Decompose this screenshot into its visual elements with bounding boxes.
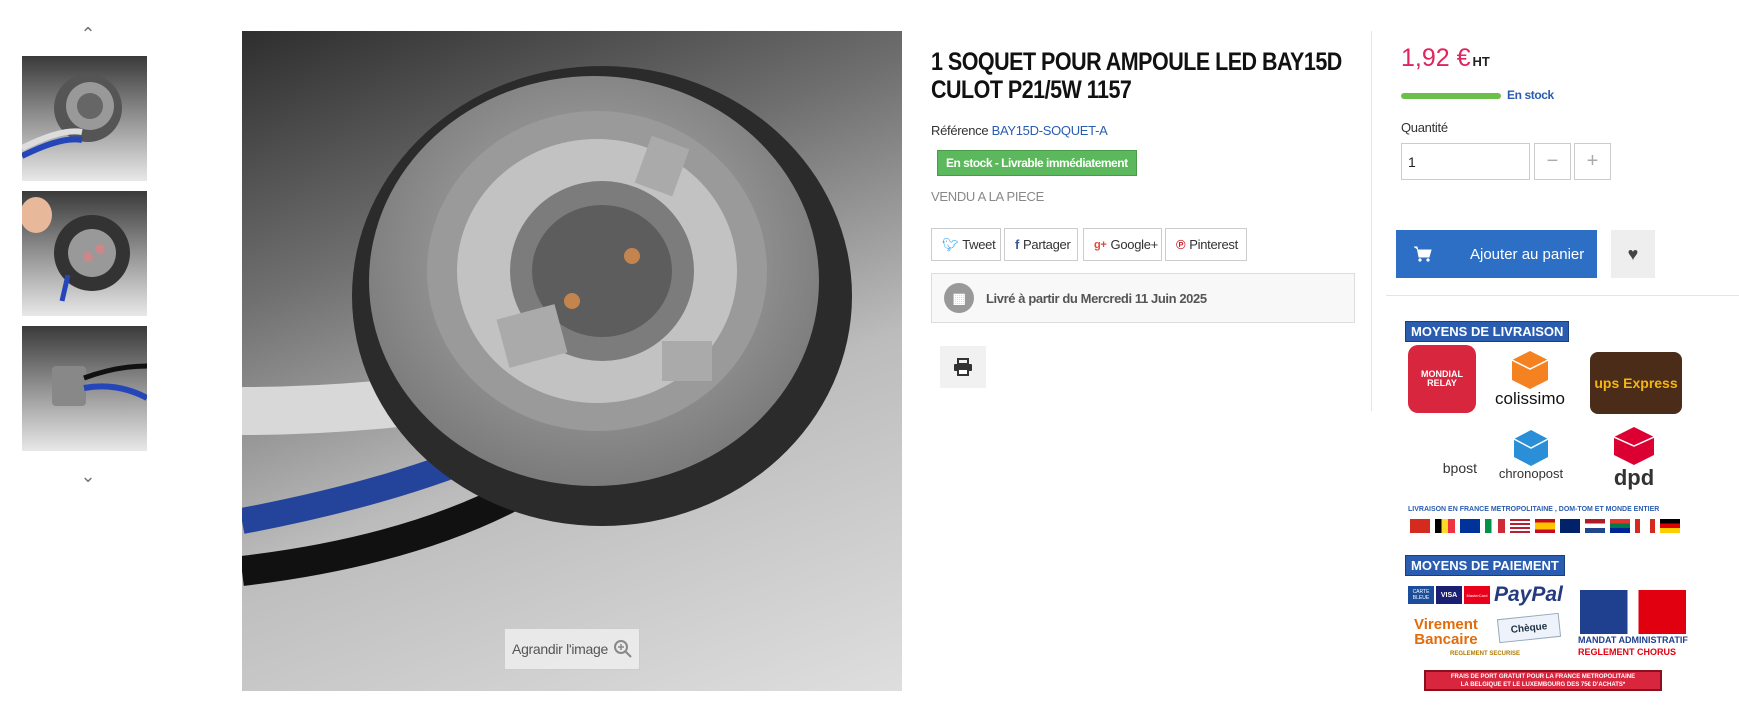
tweet-label: Tweet <box>962 237 996 252</box>
dpd-cube-icon <box>1614 427 1654 465</box>
flag-spain-icon <box>1535 519 1555 533</box>
flag-switzerland-icon <box>1410 519 1430 533</box>
thumbnail-image <box>52 363 147 406</box>
delivery-estimate: ▦ Livré à partir du Mercredi 11 Juin 202… <box>931 273 1355 323</box>
flag-germany-icon <box>1660 519 1680 533</box>
heart-icon: ♥ <box>1627 243 1639 264</box>
flag-eu-icon <box>1460 519 1480 533</box>
flag-usa-icon <box>1510 519 1530 533</box>
ups-express-logo: ups Express <box>1590 352 1682 414</box>
visa-logo: VISA <box>1436 586 1462 604</box>
facebook-share-button[interactable]: f Partager <box>1004 228 1078 261</box>
flag-uk-icon <box>1560 519 1580 533</box>
pinterest-icon: ℗ <box>1176 237 1186 252</box>
flag-canada-icon <box>1635 519 1655 533</box>
quantity-increment-button[interactable]: + <box>1574 143 1611 180</box>
wishlist-button[interactable]: ♥ <box>1611 230 1655 278</box>
mandat-administratif-text: MANDAT ADMINISTRATIF REGLEMENT CHORUS <box>1578 634 1688 658</box>
secure-payment-text: REGLEMENT SECURISE <box>1450 651 1521 657</box>
zoom-image-button[interactable]: Agrandir l'image <box>504 628 640 670</box>
thumb-down-arrow-icon[interactable]: ⌄ <box>70 466 106 486</box>
google-plus-icon: g+ <box>1094 238 1107 251</box>
flag-netherlands-icon <box>1585 519 1605 533</box>
facebook-icon: f <box>1015 237 1020 252</box>
calendar-icon: ▦ <box>944 283 974 313</box>
price-suffix: HT <box>1472 54 1490 69</box>
google-plus-button[interactable]: g+ Google+ <box>1083 228 1162 261</box>
dpd-logo: dpd <box>1598 425 1670 493</box>
flag-italy-icon <box>1485 519 1505 533</box>
tweet-button[interactable]: 🐦︎ Tweet <box>931 228 1001 261</box>
quantity-decrement-button[interactable]: − <box>1534 143 1571 180</box>
payment-methods-title: MOYENS DE PAIEMENT <box>1405 555 1565 576</box>
free-shipping-banner: FRAIS DE PORT GRATUIT POUR LA FRANCE MET… <box>1424 670 1662 691</box>
price-value: 1,92 € <box>1401 44 1471 72</box>
magnifier-plus-icon <box>613 640 632 658</box>
virement-line-2: Bancaire <box>1414 631 1478 648</box>
column-divider <box>1371 31 1372 411</box>
pinterest-button[interactable]: ℗ Pinterest <box>1165 228 1247 261</box>
main-product-image <box>242 31 902 691</box>
carrier-name: ups Express <box>1594 375 1678 391</box>
colissimo-logo: colissimo <box>1490 345 1570 415</box>
coverage-text: LIVRAISON EN FRANCE METROPOLITAINE , DOM… <box>1408 506 1660 513</box>
add-to-cart-button[interactable]: Ajouter au panier <box>1396 230 1597 278</box>
reference-value[interactable]: BAY15D-SOQUET-A <box>992 123 1108 138</box>
flag-belgium-icon <box>1435 519 1455 533</box>
product-price: 1,92 € HT <box>1401 44 1490 73</box>
marianne-logo <box>1580 590 1686 634</box>
carte-bleue-logo: CARTE BLEUE <box>1408 586 1434 604</box>
print-button[interactable] <box>940 346 986 388</box>
zoom-label: Agrandir l'image <box>512 641 608 657</box>
colissimo-box-icon <box>1512 351 1548 389</box>
pinterest-label: Pinterest <box>1189 237 1238 252</box>
stock-badge: En stock - Livrable immédiatement <box>937 150 1137 176</box>
quantity-input[interactable] <box>1401 143 1530 180</box>
google-label: Google+ <box>1110 237 1159 252</box>
shipping-methods-title: MOYENS DE LIVRAISON <box>1405 321 1570 342</box>
mandat-line-1: MANDAT ADMINISTRATIF <box>1578 635 1688 645</box>
free-shipping-line-2: LA BELGIQUE ET LE LUXEMBOURG DES 75€ D'A… <box>1460 682 1626 688</box>
virement-bancaire-logo: Virement Bancaire <box>1414 617 1478 647</box>
cart-icon <box>1414 246 1432 262</box>
add-to-cart-label: Ajouter au panier <box>1470 245 1585 263</box>
chronopost-box-icon <box>1514 429 1548 466</box>
stock-text: En stock <box>1507 88 1554 102</box>
stock-level-bar <box>1401 93 1501 99</box>
virement-line-1: Virement <box>1414 616 1478 633</box>
carrier-name: bpost <box>1442 460 1477 476</box>
thumbnail-image <box>22 197 130 302</box>
mandat-line-2: REGLEMENT CHORUS <box>1578 647 1677 657</box>
thumbnail-1[interactable] <box>22 56 147 181</box>
card-logos: CARTE BLEUE VISA MasterCard <box>1408 586 1490 604</box>
thumbnail-2[interactable] <box>22 191 147 316</box>
section-divider <box>1386 295 1739 296</box>
thumbnail-image <box>22 74 122 159</box>
thumb-up-arrow-icon[interactable]: ⌃ <box>70 24 106 44</box>
twitter-icon: 🐦︎ <box>942 236 959 252</box>
country-flags <box>1410 519 1680 533</box>
mondial-relay-logo: MONDIAL RELAY <box>1408 345 1476 413</box>
reference-label: Référence <box>931 123 989 138</box>
carrier-name: MONDIAL RELAY <box>1421 369 1463 388</box>
cheque-logo: Chèque <box>1496 612 1562 644</box>
paypal-logo: PayPal <box>1494 583 1563 606</box>
flag-south-africa-icon <box>1610 519 1630 533</box>
carrier-name: colissimo <box>1495 389 1565 408</box>
carrier-name: chronopost <box>1498 465 1564 481</box>
unit-note: VENDU A LA PIECE <box>931 189 1044 204</box>
free-shipping-line-1: FRAIS DE PORT GRATUIT POUR LA FRANCE MET… <box>1450 674 1636 680</box>
chronopost-logo: chronopost <box>1490 425 1572 485</box>
carrier-name: dpd <box>1613 465 1655 490</box>
mastercard-logo: MasterCard <box>1464 586 1490 604</box>
bpost-logo: bpost <box>1405 432 1477 476</box>
product-title: 1 SOQUET POUR AMPOULE LED BAY15D CULOT P… <box>931 48 1342 104</box>
delivery-text: Livré à partir du Mercredi 11 Juin 2025 <box>986 290 1207 306</box>
quantity-label: Quantité <box>1401 120 1448 135</box>
printer-icon <box>954 358 972 376</box>
thumbnail-3[interactable] <box>22 326 147 451</box>
share-label: Partager <box>1023 237 1071 252</box>
product-reference: Référence BAY15D-SOQUET-A <box>931 123 1108 138</box>
